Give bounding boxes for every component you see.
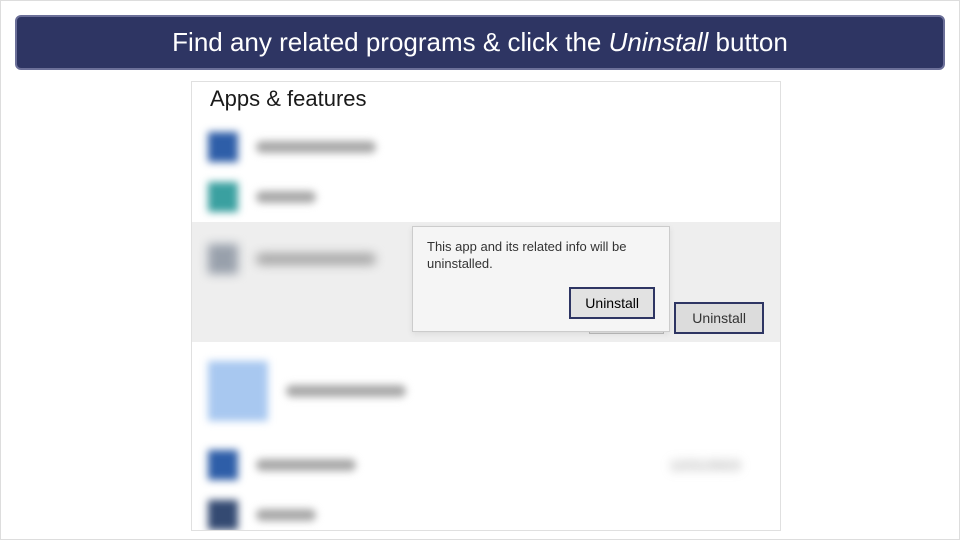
app-name bbox=[256, 509, 316, 521]
tooltip-message: This app and its related info will be un… bbox=[427, 239, 655, 273]
app-icon bbox=[208, 500, 238, 530]
app-row[interactable] bbox=[192, 342, 780, 440]
app-icon bbox=[208, 244, 238, 274]
app-row[interactable] bbox=[192, 122, 780, 172]
banner-suffix: button bbox=[708, 27, 788, 57]
app-name bbox=[256, 253, 376, 265]
banner-prefix: Find any related programs & click the bbox=[172, 27, 608, 57]
confirm-uninstall-button[interactable]: Uninstall bbox=[569, 287, 655, 319]
banner-emphasis: Uninstall bbox=[609, 27, 709, 57]
app-row[interactable] bbox=[192, 172, 780, 222]
app-icon bbox=[208, 361, 268, 421]
app-name bbox=[256, 459, 356, 471]
install-date: 12/21/2023 bbox=[670, 457, 740, 473]
apps-list: Modify Uninstall 12/21/2023 This app and… bbox=[192, 122, 780, 531]
app-row[interactable]: 12/21/2023 bbox=[192, 440, 780, 490]
app-name bbox=[256, 191, 316, 203]
page-title: Apps & features bbox=[192, 82, 780, 122]
settings-window: Apps & features Modify Uninstall 12/21/2… bbox=[191, 81, 781, 531]
app-icon bbox=[208, 450, 238, 480]
app-icon bbox=[208, 182, 238, 212]
app-name bbox=[256, 141, 376, 153]
app-icon bbox=[208, 132, 238, 162]
instruction-banner: Find any related programs & click the Un… bbox=[15, 15, 945, 70]
uninstall-button[interactable]: Uninstall bbox=[674, 302, 764, 334]
app-row[interactable] bbox=[192, 490, 780, 531]
uninstall-confirm-tooltip: This app and its related info will be un… bbox=[412, 226, 670, 332]
app-name bbox=[286, 385, 406, 397]
